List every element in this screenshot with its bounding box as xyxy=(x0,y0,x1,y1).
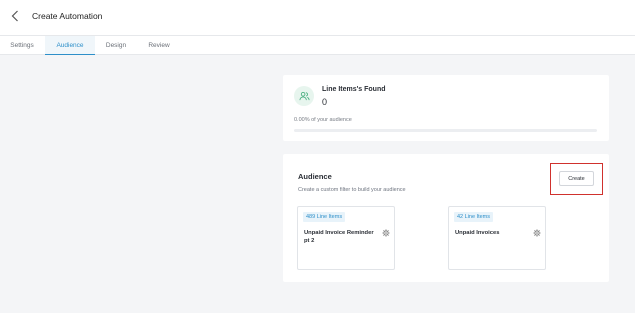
back-button[interactable] xyxy=(7,9,23,27)
users-icon xyxy=(294,86,314,106)
audience-card: Audience Create a custom filter to build… xyxy=(283,154,609,282)
tab-bar: Settings Audience Design Review xyxy=(0,36,635,55)
gear-icon[interactable] xyxy=(381,228,390,237)
tab-design[interactable]: Design xyxy=(100,36,132,55)
gear-icon[interactable] xyxy=(532,228,541,237)
line-items-stats-card: Line Items's Found 0 0.00% of your audie… xyxy=(283,75,609,141)
chevron-left-icon xyxy=(11,9,19,27)
segment-card[interactable]: 42 Line Items Unpaid Invoices xyxy=(448,206,546,270)
page-title: Create Automation xyxy=(32,11,103,21)
line-items-found-label: Line Items's Found xyxy=(322,86,386,93)
line-items-found-count: 0 xyxy=(322,97,328,107)
audience-subtitle: Create a custom filter to build your aud… xyxy=(298,187,406,193)
segment-name: Unpaid Invoices xyxy=(455,230,500,236)
audience-progress-bar xyxy=(294,129,597,132)
top-bar: Create Automation xyxy=(0,0,635,36)
audience-percent-text: 0.00% of your audience xyxy=(294,117,352,123)
create-button[interactable]: Create xyxy=(559,171,594,186)
segment-name: Unpaid Invoice Reminder pt 2 xyxy=(304,230,374,244)
segment-count-badge: 489 Line Items xyxy=(303,212,346,222)
tab-review[interactable]: Review xyxy=(143,36,175,55)
tab-settings[interactable]: Settings xyxy=(4,36,40,55)
audience-title: Audience xyxy=(298,172,332,181)
segment-card[interactable]: 489 Line Items Unpaid Invoice Reminder p… xyxy=(297,206,395,270)
tab-audience[interactable]: Audience xyxy=(45,36,95,55)
segment-count-badge: 42 Line Items xyxy=(454,212,494,222)
